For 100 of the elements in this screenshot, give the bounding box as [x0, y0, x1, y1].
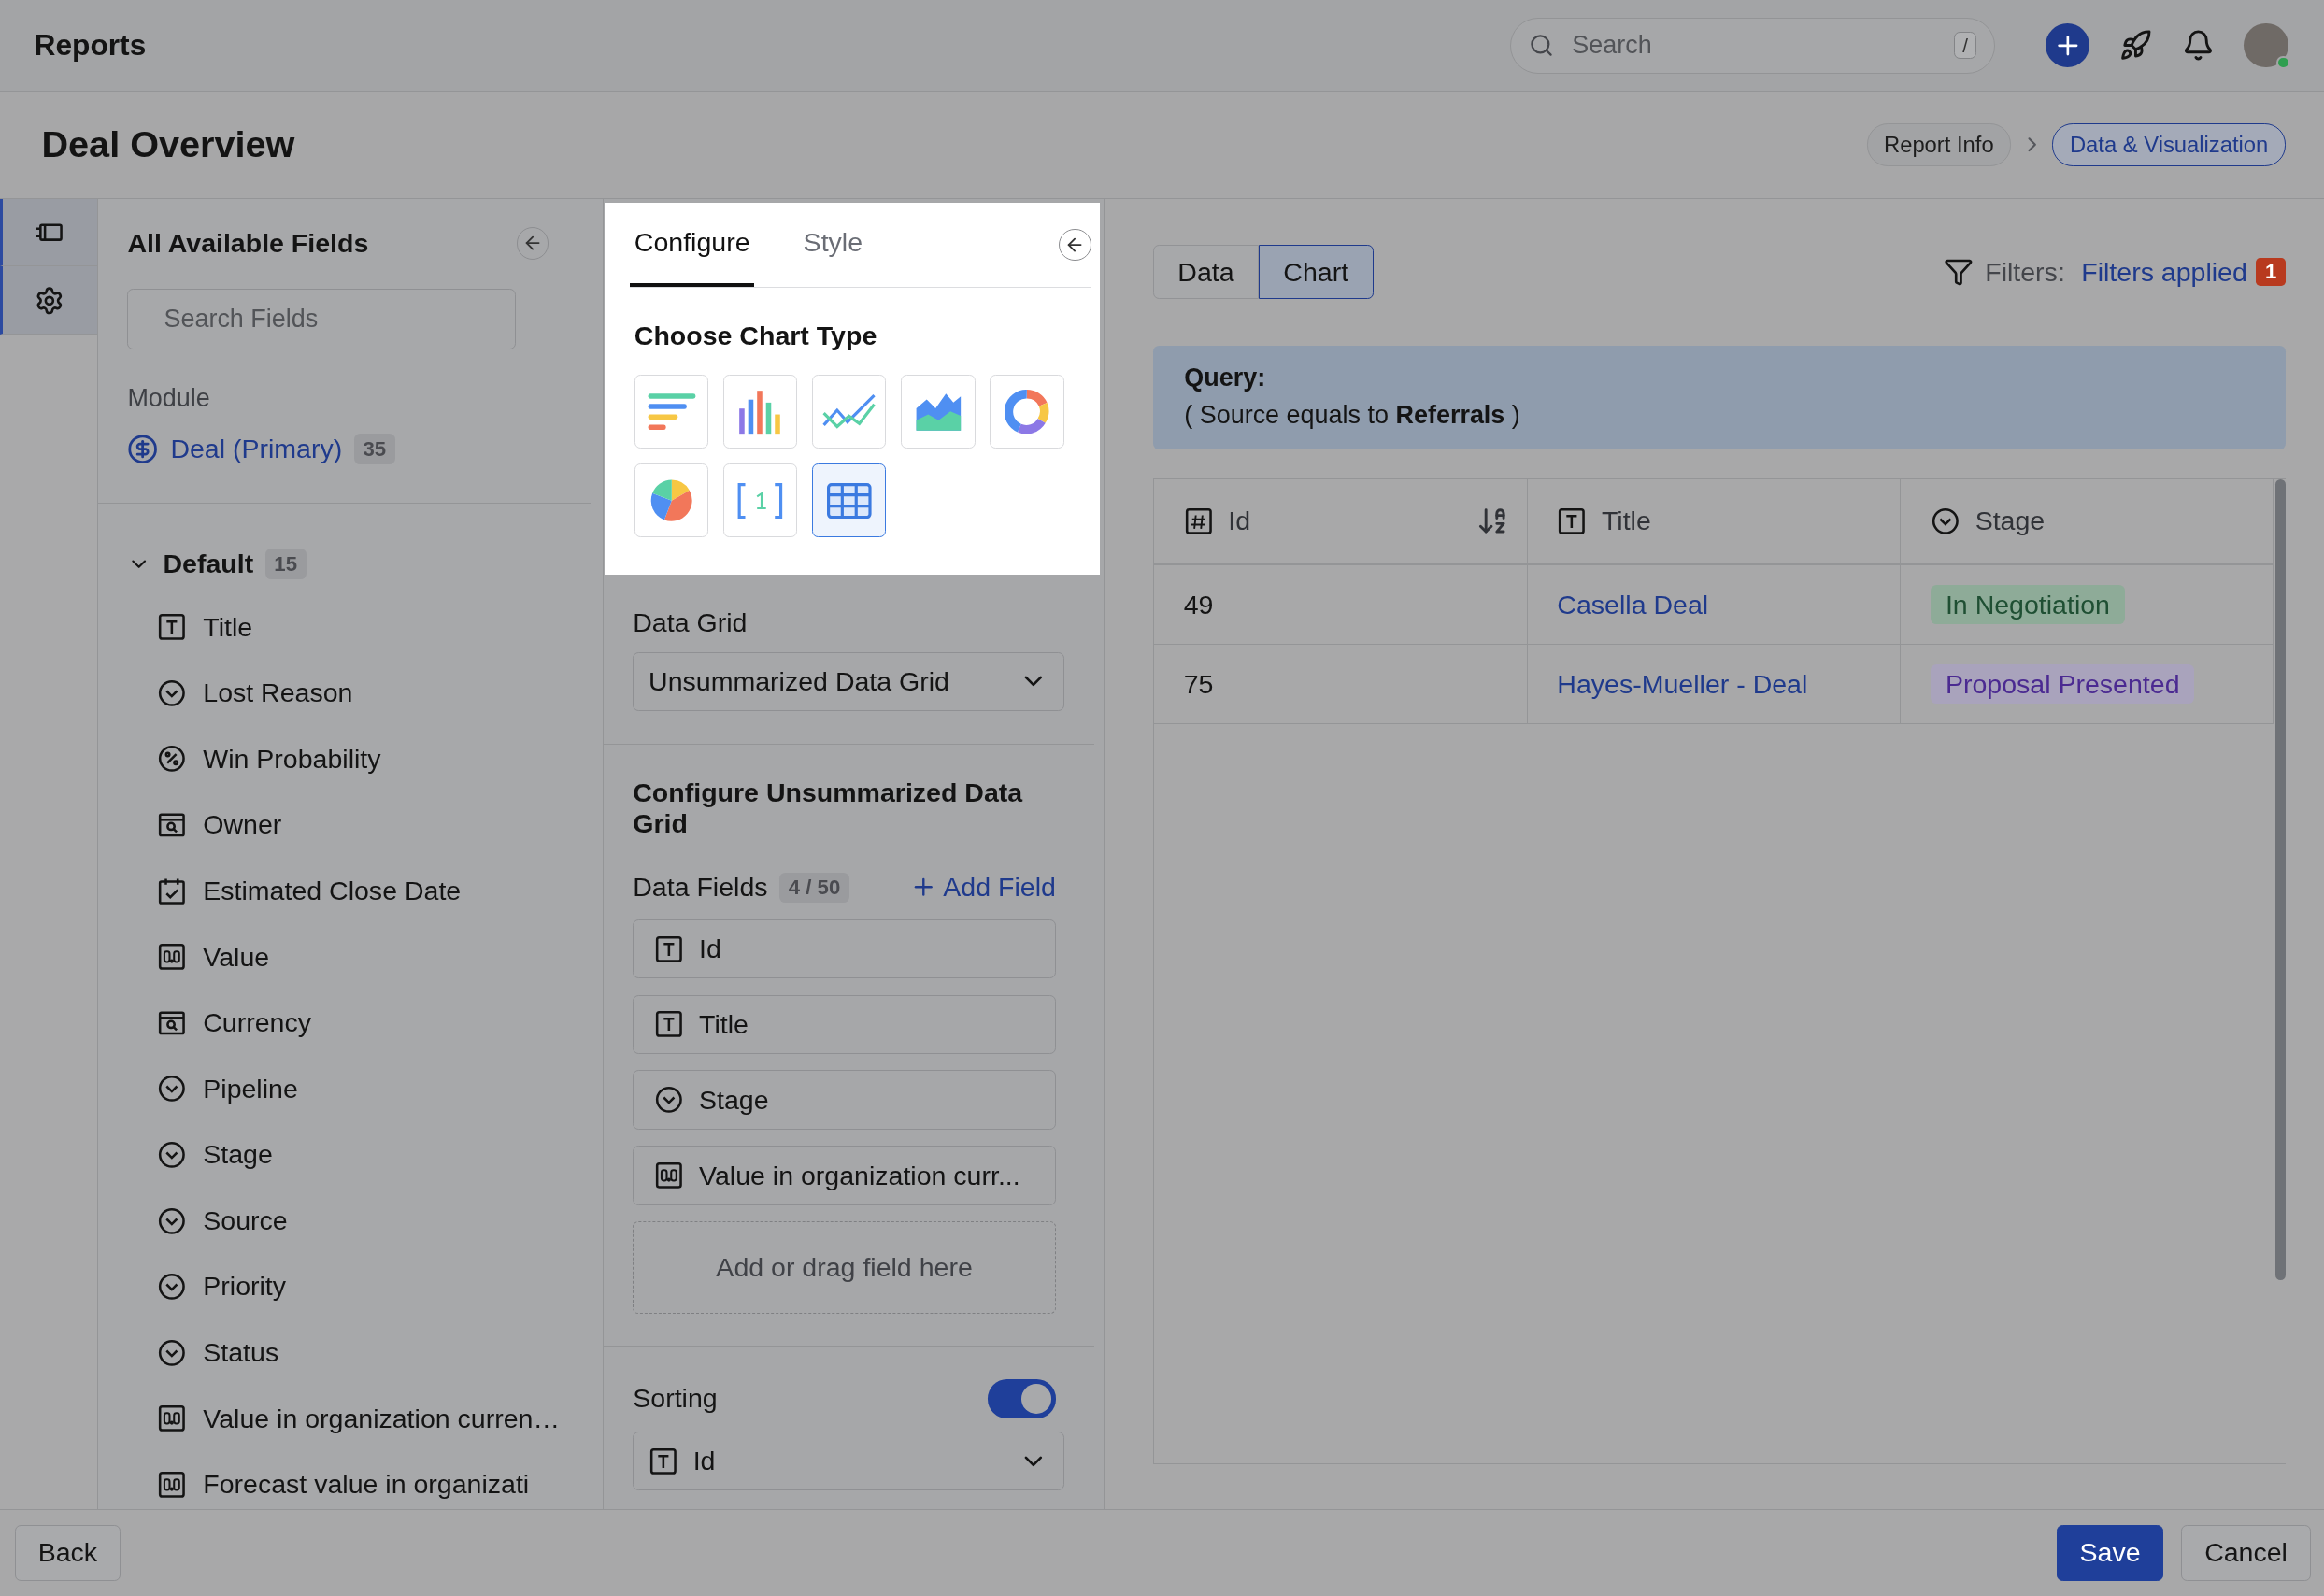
filters-label: Filters: — [1985, 256, 2065, 288]
panel-title: All Available Fields — [127, 227, 369, 259]
column-header[interactable]: Stage — [1901, 479, 2274, 563]
field-count: 35 — [353, 434, 395, 464]
filter-count-badge: 1 — [2256, 258, 2286, 286]
field-label: Data Fields — [633, 872, 768, 904]
search-input[interactable]: Search — [1569, 29, 1940, 62]
group-toggle[interactable]: Default 15 — [127, 549, 603, 580]
cancel-button[interactable]: Cancel — [2181, 1524, 2311, 1582]
table-cell: 75 — [1153, 645, 1528, 724]
section-title: Configure Unsummarized Data Grid — [633, 777, 1024, 840]
field-item[interactable]: Estimated Close Date — [203, 876, 462, 906]
search-fields-field[interactable]: Search Fields — [127, 289, 516, 350]
field-item[interactable]: Lost Reason — [203, 677, 353, 709]
number-field-icon — [157, 1469, 187, 1500]
fields-panel-button[interactable] — [0, 198, 97, 267]
sorting-toggle[interactable] — [987, 1379, 1056, 1418]
online-status-icon — [2276, 55, 2290, 70]
column-header[interactable]: Title — [1527, 479, 1902, 563]
module-link[interactable]: Deal (Primary) — [170, 434, 343, 465]
field-label: Data Grid — [633, 607, 749, 639]
text-field-icon — [654, 1009, 685, 1040]
shortcut-key: / — [1954, 32, 1976, 60]
field-item[interactable]: Win Probability — [203, 743, 381, 775]
field-label: Sorting — [633, 1383, 718, 1415]
chart-type-option[interactable] — [812, 463, 887, 538]
field-item[interactable]: Priority — [203, 1271, 287, 1303]
select-field-icon — [1931, 506, 1960, 536]
select-field-icon — [157, 1337, 187, 1368]
view-tab[interactable]: Chart — [1259, 244, 1374, 300]
number-field-icon — [654, 1161, 685, 1190]
search-icon — [1529, 33, 1555, 59]
query-text: ( Source equals to Referrals ) — [1184, 401, 1521, 431]
filter-icon — [1943, 257, 1974, 287]
select-field-icon — [654, 1085, 685, 1116]
data-grid-select[interactable]: Unsummarized Data Grid — [633, 651, 1064, 711]
group-name: Default — [163, 549, 254, 580]
page-title: Deal Overview — [41, 123, 296, 166]
field-item[interactable]: Source — [203, 1204, 288, 1236]
data-field-item[interactable]: Value in organization curr... — [633, 1146, 1056, 1205]
stage-tag: In Negotiation — [1931, 584, 2125, 625]
view-tab[interactable]: Data — [1152, 244, 1259, 300]
pie-chart-icon — [649, 477, 694, 523]
add-field-link[interactable]: Add Field — [910, 872, 1056, 904]
panel-tab[interactable]: Style — [798, 203, 867, 287]
data-field-item[interactable]: Stage — [633, 1070, 1056, 1130]
settings-button[interactable] — [0, 266, 97, 335]
number-field-icon — [157, 942, 187, 972]
search-fields-input[interactable]: Search Fields — [161, 303, 498, 335]
text-field-icon — [157, 612, 187, 643]
hash-field-icon — [1183, 506, 1214, 536]
select-field-icon — [157, 1272, 187, 1302]
data-field-item[interactable]: Id — [633, 919, 1056, 979]
field-item[interactable]: Value — [203, 941, 270, 973]
number-card-icon — [736, 482, 784, 519]
field-item[interactable]: Title — [203, 611, 253, 643]
field-item[interactable]: Currency — [203, 1007, 311, 1039]
field-item[interactable]: Status — [203, 1337, 279, 1369]
filters-link[interactable]: Filters applied — [2081, 256, 2247, 288]
text-field-icon — [649, 1446, 678, 1476]
back-button[interactable]: Back — [14, 1524, 121, 1582]
text-field-icon — [654, 933, 685, 964]
section-title: Choose Chart Type — [634, 320, 878, 351]
rocket-icon[interactable] — [2119, 29, 2153, 63]
select-field-icon — [157, 677, 187, 708]
field-item[interactable]: Value in organization curren… — [203, 1403, 560, 1434]
search-field[interactable]: Search / — [1510, 17, 1995, 74]
field-item[interactable]: Forecast value in organizati — [203, 1469, 530, 1501]
field-item[interactable]: Owner — [203, 809, 282, 841]
text-field-icon — [1557, 506, 1588, 536]
table-icon — [827, 482, 872, 519]
sort-field-select[interactable]: Id — [633, 1431, 1064, 1491]
number-field-icon — [157, 1404, 187, 1433]
select-field-icon — [157, 1205, 187, 1236]
donut-chart-icon — [1005, 389, 1049, 435]
breadcrumb-step[interactable]: Report Info — [1866, 123, 2012, 166]
save-button[interactable]: Save — [2056, 1524, 2164, 1582]
date-field-icon — [157, 876, 187, 906]
field-count: 15 — [264, 549, 307, 579]
select-field-icon — [157, 1074, 187, 1104]
scrollbar[interactable] — [2274, 479, 2286, 1280]
drop-zone[interactable]: Add or drag field here — [633, 1221, 1056, 1314]
panel-tab[interactable]: Configure — [630, 203, 755, 287]
column-header[interactable]: Id — [1153, 479, 1528, 563]
data-field-item[interactable]: Title — [633, 994, 1056, 1054]
stage-tag: Proposal Presented — [1931, 663, 2195, 705]
field-count: 4 / 50 — [779, 872, 849, 903]
select-field-icon — [157, 1139, 187, 1170]
deal-link[interactable]: Hayes-Mueller - Deal — [1557, 668, 1808, 700]
app-title: Reports — [34, 28, 148, 64]
user-avatar[interactable] — [2244, 22, 2288, 68]
breadcrumb-step[interactable]: Data & Visualization — [2052, 123, 2286, 166]
module-label: Module — [127, 383, 211, 413]
deal-link[interactable]: Casella Deal — [1557, 589, 1709, 620]
field-item[interactable]: Stage — [203, 1139, 273, 1171]
field-item[interactable]: Pipeline — [203, 1073, 298, 1104]
horizontal-bar-chart-icon — [646, 391, 697, 433]
percent-field-icon — [157, 744, 187, 775]
table-cell: 49 — [1153, 565, 1528, 645]
dollar-icon — [127, 433, 159, 465]
